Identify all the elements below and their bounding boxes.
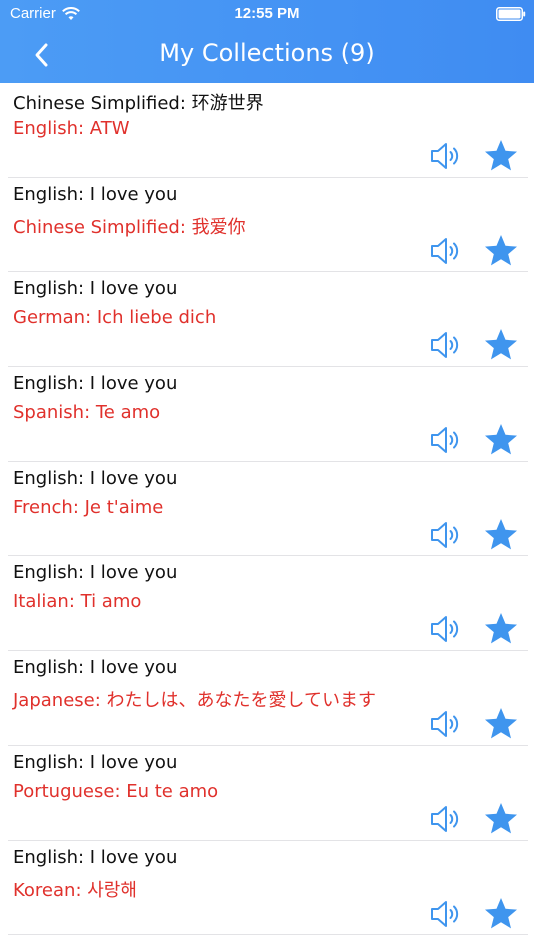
list-item: English: I love you Italian: Ti amo xyxy=(8,556,528,652)
list-item: English: I love you Chinese Simplified: … xyxy=(8,178,528,273)
translation-text: Korean: 사랑해 xyxy=(13,879,137,901)
favorite-button[interactable] xyxy=(483,138,519,174)
source-text: Chinese Simplified: 环游世界 xyxy=(13,93,264,114)
battery-icon xyxy=(496,7,526,21)
speaker-icon xyxy=(431,332,459,359)
speaker-button[interactable] xyxy=(429,518,463,552)
collection-list: Chinese Simplified: 环游世界 English: ATW En… xyxy=(0,83,534,936)
favorite-button[interactable] xyxy=(483,706,519,742)
translation-text: Japanese: わたしは、あなたを愛しています xyxy=(13,690,376,712)
star-icon xyxy=(485,424,517,455)
translation-text: German: Ich liebe dich xyxy=(13,307,217,329)
source-text: English: I love you xyxy=(13,751,178,773)
favorite-button[interactable] xyxy=(483,422,519,458)
star-icon xyxy=(485,140,517,171)
page-title: My Collections (9) xyxy=(159,39,375,67)
translation-text: Portuguese: Eu te amo xyxy=(13,780,219,802)
list-item: English: I love you Korean: 사랑해 xyxy=(8,841,528,936)
favorite-button[interactable] xyxy=(483,233,519,269)
speaker-icon xyxy=(431,237,459,264)
star-icon xyxy=(485,708,517,739)
speaker-button[interactable] xyxy=(429,897,463,931)
header: Carrier 12:55 PM My Collections (9) xyxy=(0,0,534,83)
status-bar: Carrier 12:55 PM xyxy=(0,0,534,28)
translation-text: English: ATW xyxy=(13,118,130,139)
favorite-button[interactable] xyxy=(483,896,519,932)
status-time: 12:55 PM xyxy=(234,5,300,22)
speaker-icon xyxy=(431,143,459,169)
translation-text: Italian: Ti amo xyxy=(13,591,142,613)
source-text: English: I love you xyxy=(13,562,178,584)
list-item: Chinese Simplified: 环游世界 English: ATW xyxy=(8,83,528,178)
speaker-icon xyxy=(431,711,459,738)
speaker-button[interactable] xyxy=(429,707,463,741)
speaker-button[interactable] xyxy=(429,612,463,646)
speaker-icon xyxy=(431,521,459,548)
speaker-button[interactable] xyxy=(429,328,463,362)
star-icon xyxy=(485,802,517,834)
speaker-icon xyxy=(431,805,459,832)
star-icon xyxy=(485,518,517,550)
translation-text: Spanish: Te amo xyxy=(13,402,161,424)
list-item: English: I love you Spanish: Te amo xyxy=(8,367,528,462)
speaker-icon xyxy=(431,900,459,927)
source-text: English: I love you xyxy=(13,183,178,205)
favorite-button[interactable] xyxy=(483,517,519,553)
list-item: English: I love you German: Ich liebe di… xyxy=(8,272,528,368)
speaker-icon xyxy=(431,616,459,643)
list-item: English: I love you Japanese: わたしは、あなたを愛… xyxy=(8,651,528,746)
source-text: English: I love you xyxy=(13,846,178,868)
list-item: English: I love you Portuguese: Eu te am… xyxy=(8,746,528,841)
star-icon xyxy=(485,234,517,266)
speaker-button[interactable] xyxy=(429,423,463,457)
nav-bar: My Collections (9) xyxy=(0,28,534,83)
speaker-button[interactable] xyxy=(429,234,463,268)
list-item: English: I love you French: Je t'aime xyxy=(8,462,528,557)
source-text: English: I love you xyxy=(13,467,178,489)
speaker-icon xyxy=(431,427,459,454)
favorite-button[interactable] xyxy=(483,327,519,363)
source-text: English: I love you xyxy=(13,278,178,300)
speaker-button[interactable] xyxy=(429,139,463,173)
star-icon xyxy=(485,329,517,360)
star-icon xyxy=(485,897,517,928)
speaker-button[interactable] xyxy=(429,802,463,836)
source-text: English: I love you xyxy=(13,373,178,395)
favorite-button[interactable] xyxy=(483,611,519,647)
favorite-button[interactable] xyxy=(483,801,519,837)
translation-text: Chinese Simplified: 我爱你 xyxy=(13,216,246,238)
source-text: English: I love you xyxy=(13,657,178,679)
translation-text: French: Je t'aime xyxy=(13,496,164,518)
star-icon xyxy=(485,613,517,644)
